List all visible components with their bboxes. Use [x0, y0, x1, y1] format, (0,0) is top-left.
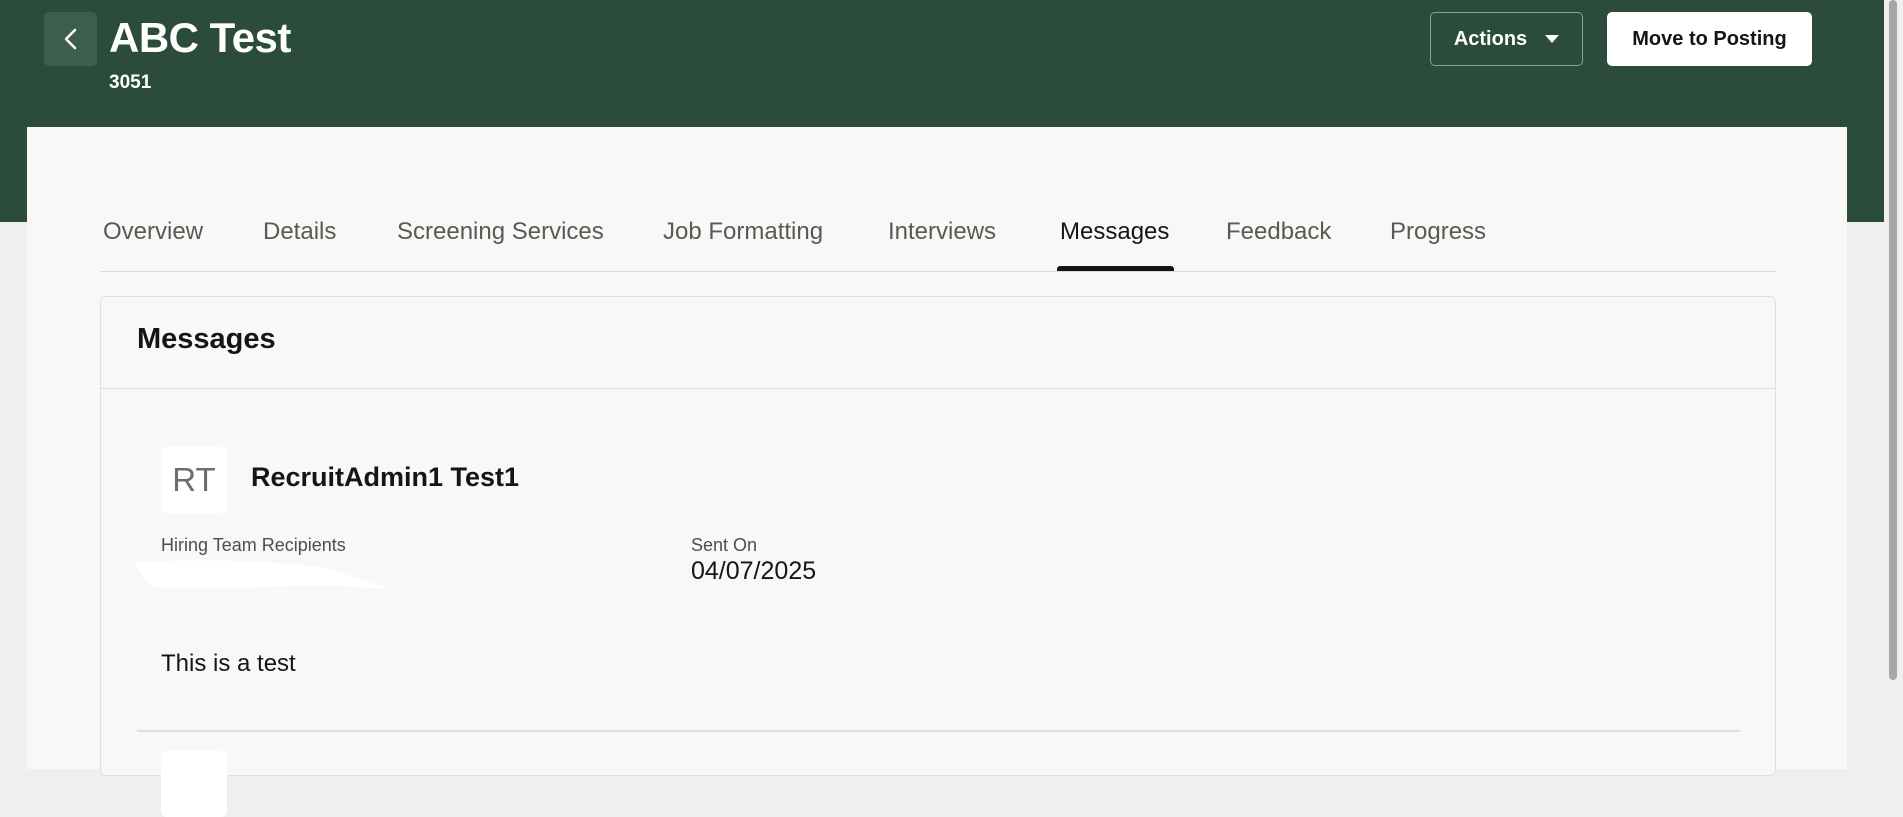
- tab-job-formatting[interactable]: Job Formatting: [663, 218, 823, 246]
- tab-bar: Overview Details Screening Services Job …: [100, 210, 1776, 272]
- tab-messages[interactable]: Messages: [1060, 218, 1169, 246]
- back-button[interactable]: [44, 12, 97, 66]
- page-title: ABC Test: [109, 14, 291, 61]
- tab-progress[interactable]: Progress: [1390, 218, 1486, 246]
- scrollbar-thumb[interactable]: [1889, 0, 1897, 680]
- avatar: RT: [161, 447, 227, 513]
- active-tab-indicator: [1057, 266, 1174, 271]
- sent-on-value: 04/07/2025: [691, 557, 817, 585]
- message-body: This is a test: [161, 650, 296, 677]
- sent-on-label: Sent On: [691, 535, 758, 555]
- tab-interviews[interactable]: Interviews: [888, 218, 996, 246]
- avatar: [161, 751, 227, 817]
- tab-screening-services[interactable]: Screening Services: [397, 218, 604, 246]
- tab-details[interactable]: Details: [263, 218, 336, 246]
- tab-overview[interactable]: Overview: [103, 218, 203, 246]
- requisition-number: 3051: [109, 72, 152, 93]
- messages-heading: Messages: [137, 323, 276, 355]
- redacted-recipients: [134, 560, 389, 589]
- scrollbar[interactable]: [1884, 0, 1903, 769]
- caret-down-icon: [1545, 35, 1560, 43]
- chevron-left-icon: [64, 28, 76, 50]
- divider: [101, 388, 1775, 389]
- recipients-label: Hiring Team Recipients: [161, 535, 346, 555]
- actions-label: Actions: [1453, 27, 1528, 50]
- actions-button[interactable]: Actions: [1430, 12, 1583, 66]
- sender-name: RecruitAdmin1 Test1: [251, 462, 520, 492]
- divider: [137, 730, 1740, 732]
- tab-feedback[interactable]: Feedback: [1226, 218, 1331, 246]
- messages-card: Messages RT RecruitAdmin1 Test1 Hiring T…: [100, 296, 1776, 817]
- move-to-posting-button[interactable]: Move to Posting: [1607, 12, 1812, 66]
